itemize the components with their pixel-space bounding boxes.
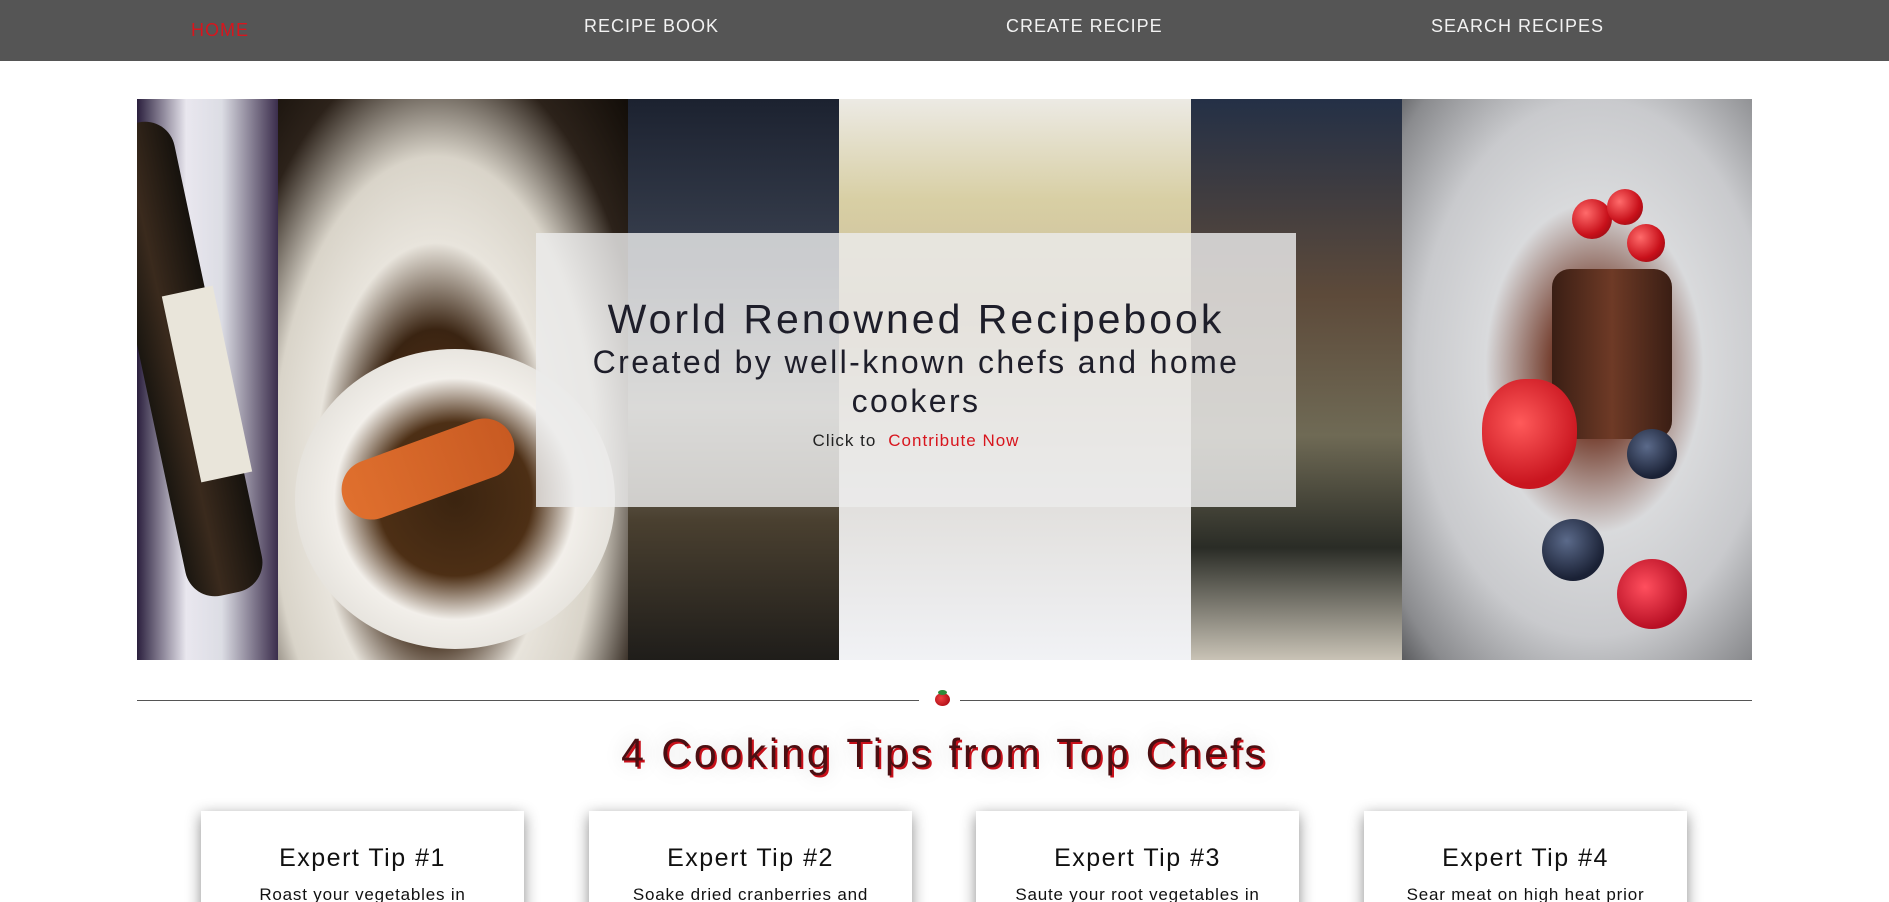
tip-card-text: Soake dried cranberries and bbox=[632, 885, 869, 902]
raspberry-graphic bbox=[1617, 559, 1687, 629]
currant-graphic bbox=[1607, 189, 1643, 225]
section-divider-left bbox=[137, 700, 919, 701]
hero-image-wine bbox=[137, 99, 278, 660]
tips-heading: 4 Cooking Tips from Top Chefs bbox=[621, 730, 1268, 776]
hero-overlay-box: World Renowned Recipebook Created by wel… bbox=[536, 233, 1296, 507]
blueberry-graphic bbox=[1542, 519, 1604, 581]
tip-card-text: Sear meat on high heat prior bbox=[1406, 885, 1645, 902]
nav-search-recipes[interactable]: SEARCH RECIPES bbox=[1431, 16, 1604, 37]
blueberry-graphic bbox=[1627, 429, 1677, 479]
contribute-now-link[interactable]: Contribute Now bbox=[888, 431, 1019, 450]
strawberry-graphic bbox=[1482, 379, 1577, 489]
cta-prefix: Click to bbox=[812, 431, 877, 450]
hero-title: World Renowned Recipebook bbox=[607, 296, 1225, 342]
tomato-icon bbox=[935, 690, 950, 706]
nav-create-recipe[interactable]: CREATE RECIPE bbox=[1006, 16, 1163, 37]
tip-card-title: Expert Tip #1 bbox=[279, 844, 446, 872]
nav-recipe-book[interactable]: RECIPE BOOK bbox=[584, 16, 719, 37]
top-navbar: HOME RECIPE BOOK CREATE RECIPE SEARCH RE… bbox=[0, 0, 1889, 61]
hero-subtitle: Created by well-known chefs and home coo… bbox=[592, 344, 1240, 419]
tip-card-2: Expert Tip #2 Soake dried cranberries an… bbox=[589, 811, 912, 902]
nav-home[interactable]: HOME bbox=[191, 20, 249, 41]
tip-card-3: Expert Tip #3 Saute your root vegetables… bbox=[976, 811, 1299, 902]
currant-graphic bbox=[1572, 199, 1612, 239]
hero-image-dessert bbox=[1402, 99, 1752, 660]
tip-card-1: Expert Tip #1 Roast your vegetables in bbox=[201, 811, 524, 902]
section-divider-right bbox=[960, 700, 1752, 701]
currant-graphic bbox=[1627, 224, 1665, 262]
tip-card-4: Expert Tip #4 Sear meat on high heat pri… bbox=[1364, 811, 1687, 902]
tip-card-text: Roast your vegetables in bbox=[259, 885, 466, 902]
tip-card-title: Expert Tip #2 bbox=[667, 844, 834, 872]
tip-card-title: Expert Tip #3 bbox=[1054, 844, 1221, 872]
tip-card-text: Saute your root vegetables in bbox=[1015, 885, 1260, 902]
tip-card-title: Expert Tip #4 bbox=[1442, 844, 1609, 872]
hero-cta: Click to Contribute Now bbox=[536, 431, 1296, 451]
